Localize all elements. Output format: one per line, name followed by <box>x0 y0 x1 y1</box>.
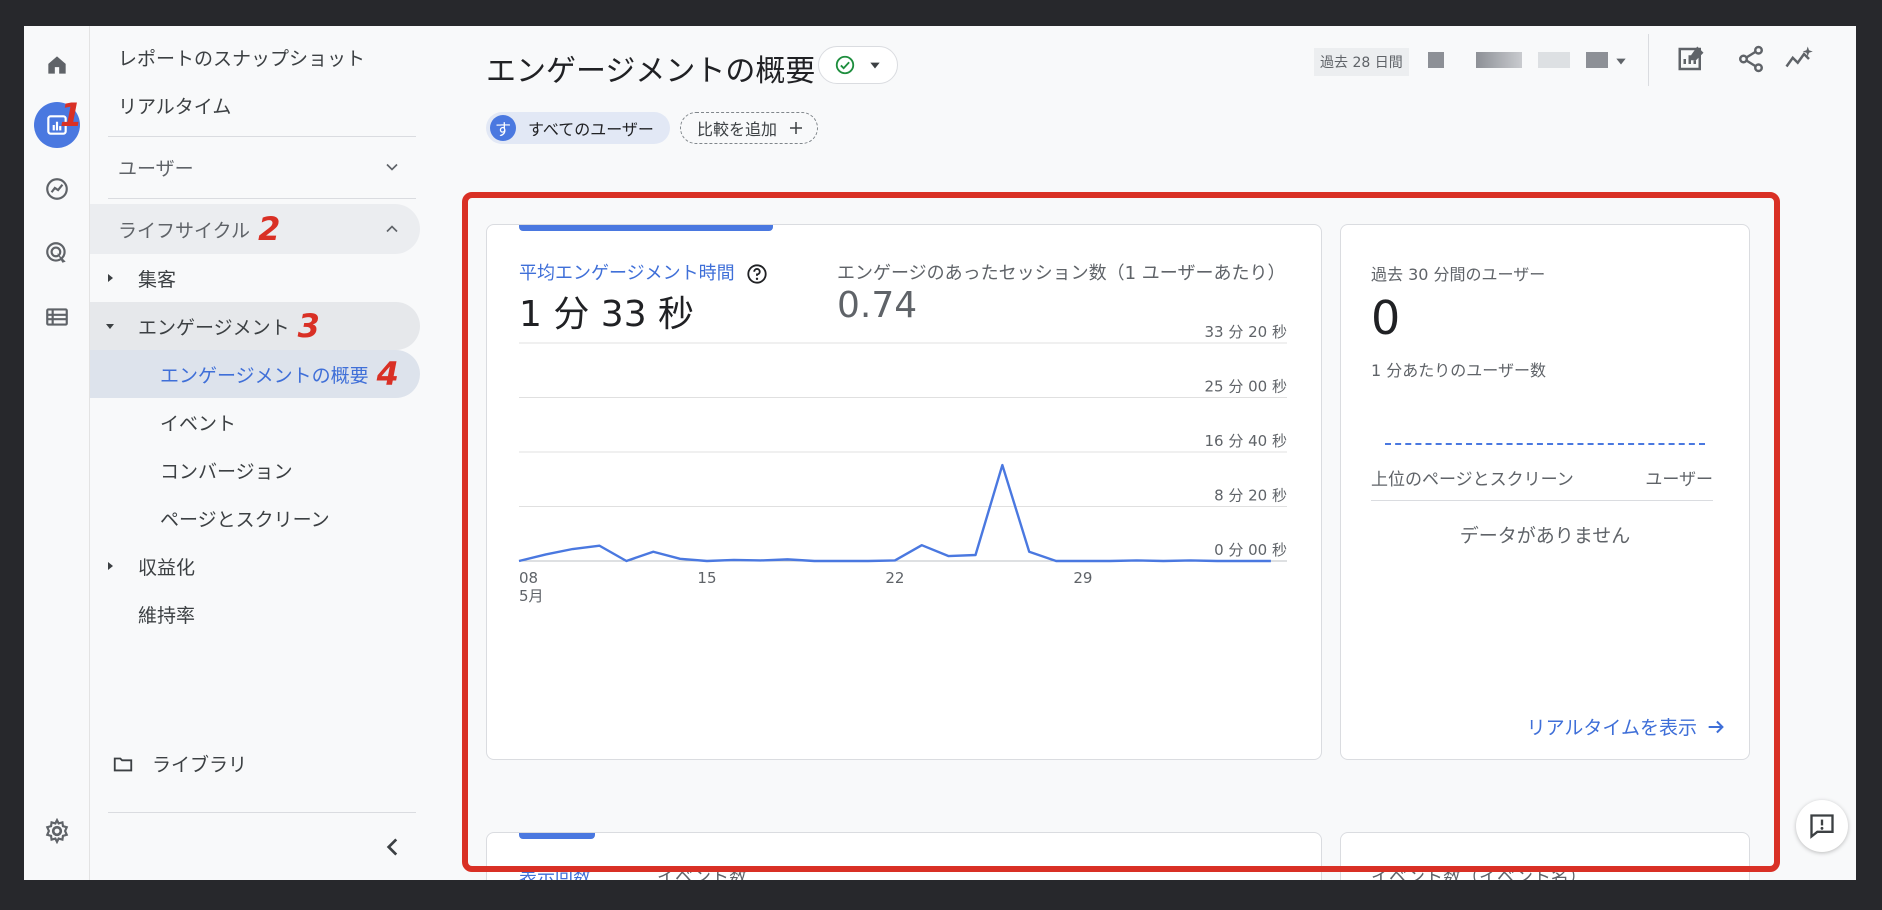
engagement-line-chart: 0 分 00 秒 8 分 20 秒 16 分 40 秒 25 分 00 秒 33 分 2… <box>518 323 1287 605</box>
item-label: エンゲージメント <box>138 316 290 339</box>
x-month-label: 5月 <box>519 587 544 605</box>
plus-icon <box>790 122 803 134</box>
item-label: ライブラリ <box>152 754 248 776</box>
y-tick-label: 33 分 20 秒 <box>1205 323 1287 341</box>
advertising-icon[interactable] <box>34 230 80 276</box>
sidebar-item-engagement-overview[interactable]: エンゲージメントの概要 4 <box>90 350 420 398</box>
realtime-value: 0 <box>1371 291 1401 345</box>
navigation-rail: 1 <box>24 26 90 880</box>
arrow-right-icon <box>1708 720 1724 733</box>
sidebar-section-user[interactable]: ユーザー <box>90 142 420 192</box>
link-label: リアルタイムを表示 <box>1526 717 1697 739</box>
feedback-button[interactable] <box>1796 800 1848 852</box>
segment-chip-all-users[interactable]: す すべてのユーザー <box>486 112 670 144</box>
redacted-block <box>1428 52 1444 68</box>
caret-right-icon <box>108 274 113 282</box>
section-label: ユーザー <box>118 157 194 180</box>
no-data-message: データがありません <box>1459 525 1631 547</box>
sidebar-section-lifecycle[interactable]: ライフサイクル 2 <box>90 204 420 254</box>
date-dropdown-icon[interactable] <box>1614 54 1628 68</box>
col-users: ユーザー <box>1645 470 1713 490</box>
x-tick-label: 22 <box>885 569 904 587</box>
sidebar-divider <box>108 136 416 137</box>
metric-tab-views[interactable]: 表示回数 <box>519 863 591 880</box>
series-line <box>518 463 1271 563</box>
x-tick-label: 29 <box>1073 569 1092 587</box>
x-tick-label: 15 <box>697 569 716 587</box>
explore-icon[interactable] <box>34 166 80 212</box>
event-name-card: イベント数（イベント名） <box>1340 832 1750 880</box>
segment-label: すべてのユーザー <box>528 120 654 139</box>
caret-down-icon <box>106 324 114 329</box>
sidebar-item-library[interactable]: ライブラリ <box>112 750 247 777</box>
realtime-card: 過去 30 分間のユーザー 0 1 分あたりのユーザー数 上位のページとスクリー… <box>1340 224 1750 760</box>
step-badge: 3 <box>297 307 320 345</box>
redacted-block <box>1538 52 1570 68</box>
y-tick-label: 0 分 00 秒 <box>1214 541 1287 559</box>
app-frame: 1 レポートのスナップショット リアルタイム ユーザー ライフサイクル 2 集客… <box>24 26 1856 880</box>
active-tab-indicator <box>519 833 595 839</box>
rail-step-badge: 1 <box>60 96 83 134</box>
events-chart-card: 表示回数 イベント数 <box>486 832 1322 880</box>
sidebar-item-events[interactable]: イベント <box>90 398 420 446</box>
page-title: エンゲージメントの概要 <box>486 54 816 89</box>
realtime-label: 過去 30 分間のユーザー <box>1371 265 1546 284</box>
caret-right-icon <box>108 562 113 570</box>
engagement-chart-card: 平均エンゲージメント時間 1 分 33 秒 エンゲージのあったセッション数（1 … <box>486 224 1322 760</box>
segment-initial: す <box>490 115 516 141</box>
item-label: エンゲージメントの概要 <box>160 364 369 387</box>
sidebar-item-conversions[interactable]: コンバージョン <box>90 446 420 494</box>
sidebar-item-snapshot[interactable]: レポートのスナップショット <box>118 44 365 71</box>
redacted-block <box>1586 52 1608 68</box>
card-title: イベント数（イベント名） <box>1371 867 1587 880</box>
redacted-block <box>1476 52 1522 68</box>
sidebar-item-engagement[interactable]: エンゲージメント 3 <box>90 302 420 350</box>
add-comparison-label: 比較を追加 <box>697 120 778 139</box>
share-icon[interactable] <box>1736 44 1766 74</box>
date-range-label[interactable]: 過去 28 日間 <box>1314 48 1409 76</box>
report-sidebar: レポートのスナップショット リアルタイム ユーザー ライフサイクル 2 集客 エ… <box>90 26 444 880</box>
step-badge: 4 <box>376 355 399 393</box>
customize-report-icon[interactable] <box>1676 44 1706 74</box>
chevron-up-icon <box>386 225 398 233</box>
sidebar-item-monetization[interactable]: 収益化 <box>90 542 420 590</box>
per-minute-label: 1 分あたりのユーザー数 <box>1371 361 1546 380</box>
header-separator <box>1648 34 1649 86</box>
gear-icon[interactable] <box>34 808 80 854</box>
realtime-table-header: 上位のページとスクリーン ユーザー <box>1371 465 1713 501</box>
add-comparison-button[interactable]: 比較を追加 <box>680 112 819 144</box>
y-tick-label: 8 分 20 秒 <box>1214 487 1287 505</box>
item-label: 集客 <box>138 268 177 291</box>
sidebar-divider <box>108 198 416 199</box>
y-tick-label: 25 分 00 秒 <box>1205 378 1287 396</box>
sidebar-item-acquisition[interactable]: 集客 <box>90 254 420 302</box>
view-realtime-link[interactable]: リアルタイムを表示 <box>1527 713 1727 740</box>
chevron-down-icon <box>386 163 398 171</box>
sidebar-divider <box>108 812 416 813</box>
sidebar-item-realtime[interactable]: リアルタイム <box>118 92 231 119</box>
check-circle-icon <box>835 55 855 75</box>
caret-down-icon <box>870 62 880 69</box>
metric-tab-event-count[interactable]: イベント数 <box>657 863 747 880</box>
data-quality-status[interactable] <box>818 46 898 84</box>
folder-icon <box>113 757 133 771</box>
collapse-sidebar-icon[interactable] <box>380 834 406 860</box>
item-label: 収益化 <box>138 556 196 579</box>
sidebar-item-retention[interactable]: 維持率 <box>90 590 420 638</box>
home-icon[interactable] <box>34 42 80 88</box>
sidebar-item-pages-screens[interactable]: ページとスクリーン <box>90 494 420 542</box>
insights-icon[interactable] <box>1784 44 1814 74</box>
feedback-icon <box>1810 814 1834 839</box>
section-label: ライフサイクル <box>118 219 251 242</box>
configure-icon[interactable] <box>34 294 80 340</box>
step-badge: 2 <box>258 210 281 248</box>
x-tick-label: 08 <box>519 569 538 587</box>
y-tick-label: 16 分 40 秒 <box>1205 432 1287 450</box>
empty-sparkline <box>1385 443 1705 445</box>
col-pages: 上位のページとスクリーン <box>1371 470 1574 490</box>
